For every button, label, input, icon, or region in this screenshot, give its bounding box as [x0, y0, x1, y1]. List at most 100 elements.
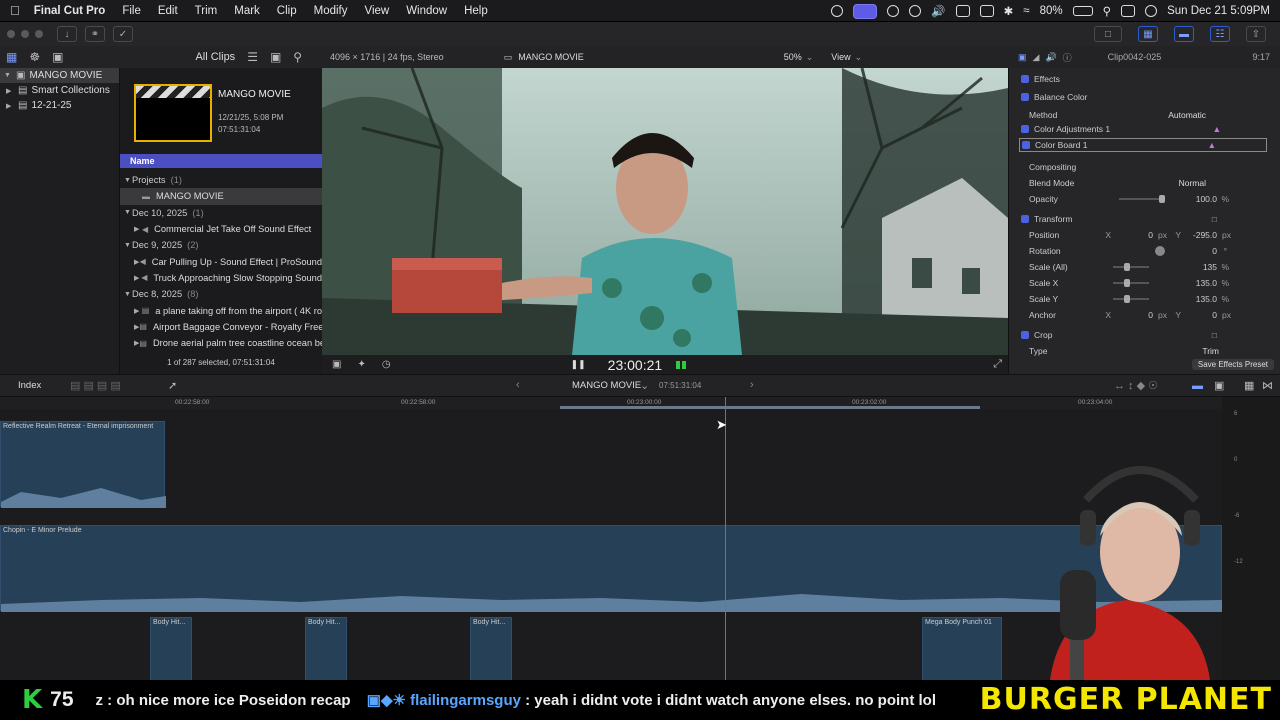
effects-section[interactable]: Effects	[1009, 72, 1280, 86]
rotation-dial[interactable]	[1155, 246, 1165, 256]
display-icon[interactable]	[955, 5, 970, 17]
audio-inspector-icon[interactable]: 🔊	[1045, 52, 1056, 63]
position-y-value[interactable]: -295.0	[1193, 230, 1217, 240]
timecode-display[interactable]: 23:00:21	[608, 357, 663, 373]
zoom-select[interactable]: 50%	[784, 52, 802, 62]
background-tasks-icon[interactable]: ✓	[113, 26, 133, 42]
checkbox-icon[interactable]	[1021, 125, 1029, 133]
wifi-icon[interactable]: ≈	[1023, 5, 1029, 17]
blend-mode-select[interactable]: Normal	[1179, 178, 1206, 188]
group-projects[interactable]: ▼ Projects (1)	[120, 172, 322, 188]
disclosure-icon[interactable]: ▶	[134, 307, 142, 315]
menu-trim[interactable]: Trim	[195, 5, 218, 17]
menu-help[interactable]: Help	[464, 5, 488, 17]
status-icon[interactable]	[831, 5, 844, 17]
menu-view[interactable]: View	[364, 5, 389, 17]
share-icon[interactable]: ⇧	[1246, 26, 1266, 42]
forward-arrow-icon[interactable]: ›	[750, 379, 754, 391]
checkbox-icon[interactable]	[1021, 93, 1029, 101]
list-item[interactable]: ▶ ▤ Airport Baggage Conveyor - Royalty Fre…	[120, 319, 322, 335]
control-center-icon[interactable]	[1121, 5, 1136, 17]
crop-section[interactable]: Crop □	[1009, 328, 1280, 342]
play-status-icon[interactable]	[909, 5, 922, 17]
crop-overlay-icon[interactable]: □	[1212, 330, 1217, 340]
clip-appearance-icon[interactable]: ▣	[270, 50, 281, 64]
list-item[interactable]: ▶ ◀ Truck Approaching Slow Stopping Sound	[120, 270, 322, 286]
list-item[interactable]: ▬ MANGO MOVIE	[120, 188, 322, 205]
scale-y-slider-knob[interactable]	[1124, 295, 1130, 303]
video-inspector-icon[interactable]: ▣	[1018, 52, 1027, 63]
disclosure-icon[interactable]: ▶	[134, 225, 142, 233]
zoom-window-button[interactable]	[35, 30, 43, 38]
color-board-row[interactable]: Color Board 1 ▲	[1019, 138, 1267, 152]
transform-icon[interactable]: ▣	[332, 359, 341, 370]
position-x-value[interactable]: 0	[1148, 230, 1153, 240]
speed-icon[interactable]: ◷	[382, 359, 391, 370]
group-dec8[interactable]: ▼ Dec 8, 2025 (8)	[120, 286, 322, 302]
menu-file[interactable]: File	[122, 5, 141, 17]
clip-edit-icons[interactable]: ▤ ▤ ▤ ▤	[70, 379, 121, 392]
audio-clip[interactable]: Mega Body Punch 01	[922, 617, 1002, 680]
disclosure-icon[interactable]: ▼	[124, 209, 132, 216]
pause-icon[interactable]: ❚❚	[571, 359, 586, 370]
fullscreen-icon[interactable]: ⤢	[993, 358, 1002, 371]
index-button[interactable]: Index	[18, 380, 41, 391]
audio-clip[interactable]: Reflective Realm Retreat - Eternal impri…	[0, 421, 166, 508]
share-menu-icon[interactable]: □	[1094, 26, 1122, 42]
scale-all-slider[interactable]	[1113, 266, 1149, 268]
color-adjust-row[interactable]: Color Adjustments 1 ▲	[1009, 122, 1280, 136]
anchor-x-value[interactable]: 0	[1148, 310, 1153, 320]
close-window-button[interactable]	[7, 30, 15, 38]
name-column-header[interactable]: Name	[120, 154, 322, 168]
timeline-tool-icons[interactable]: ↔ ↕ ◆ ☉	[1114, 379, 1158, 392]
project-thumbnail[interactable]	[134, 84, 212, 142]
select-tool-icon[interactable]: ➚	[168, 379, 177, 392]
keywords-icon[interactable]: ⚭	[85, 26, 105, 42]
disclosure-icon[interactable]: ▶	[6, 87, 14, 95]
group-dec9[interactable]: ▼ Dec 9, 2025 (2)	[120, 237, 322, 253]
screen-record-icon[interactable]	[853, 3, 878, 19]
checkbox-icon[interactable]	[1021, 215, 1029, 223]
timeline-layout-icon[interactable]: ▬	[1174, 26, 1194, 42]
transform-overlay-icon[interactable]: □	[1212, 214, 1217, 224]
libraries-icon[interactable]: ▦	[6, 50, 17, 64]
sidebar-item-event[interactable]: ▶ ▤ 12-21-25	[0, 98, 119, 113]
search-icon[interactable]: ⚲	[1103, 4, 1111, 18]
clock[interactable]: Sun Dec 21 5:09PM	[1167, 5, 1270, 17]
disclosure-icon[interactable]: ▶	[6, 102, 14, 110]
back-arrow-icon[interactable]: ‹	[516, 379, 520, 391]
apple-icon[interactable]: 	[10, 3, 20, 18]
disclosure-icon[interactable]: ▼	[124, 177, 132, 184]
menu-mark[interactable]: Mark	[234, 5, 260, 17]
clip-filter-select[interactable]: All Clips	[195, 51, 235, 63]
scale-y-slider[interactable]	[1113, 298, 1149, 300]
list-item[interactable]: ▶ ▤ Drone aerial palm tree coastline ocean…	[120, 335, 322, 351]
photos-icon[interactable]: ☸	[29, 50, 40, 64]
method-select[interactable]: Automatic	[1168, 110, 1206, 120]
disclosure-icon[interactable]: ▼	[124, 242, 132, 249]
menu-edit[interactable]: Edit	[158, 5, 178, 17]
list-item[interactable]: ▶ ◀ Commercial Jet Take Off Sound Effect	[120, 221, 322, 237]
menu-clip[interactable]: Clip	[277, 5, 297, 17]
info-inspector-icon[interactable]: ⓘ	[1063, 51, 1072, 64]
audio-clip[interactable]: Body Hit...	[470, 617, 512, 680]
list-view-icon[interactable]: ☰	[247, 50, 258, 64]
menu-app[interactable]: Final Cut Pro	[34, 5, 106, 17]
volume-icon[interactable]: 🔊	[931, 4, 945, 18]
browser-layout-icon[interactable]: ▦	[1138, 26, 1158, 42]
transitions-icon[interactable]: ⋈	[1262, 379, 1273, 392]
color-wheel-icon[interactable]: ▲	[1213, 124, 1221, 134]
scale-y-value[interactable]: 135.0	[1196, 294, 1217, 304]
checkbox-icon[interactable]	[1021, 75, 1029, 83]
scale-x-slider-knob[interactable]	[1124, 279, 1130, 287]
titles-icon[interactable]: ▣	[52, 50, 63, 64]
list-item[interactable]: ▶ ▤ a plane taking off from the airport ( …	[120, 302, 322, 318]
menu-window[interactable]: Window	[406, 5, 447, 17]
video-viewer[interactable]	[322, 68, 1008, 355]
status-icon[interactable]	[887, 5, 900, 17]
disclosure-icon[interactable]: ▼	[124, 291, 132, 298]
library-root[interactable]: ▼ ▣ MANGO MOVIE	[0, 68, 119, 83]
disclosure-icon[interactable]: ▼	[4, 72, 12, 79]
scale-x-slider[interactable]	[1113, 282, 1149, 284]
checkbox-icon[interactable]	[1022, 141, 1030, 149]
